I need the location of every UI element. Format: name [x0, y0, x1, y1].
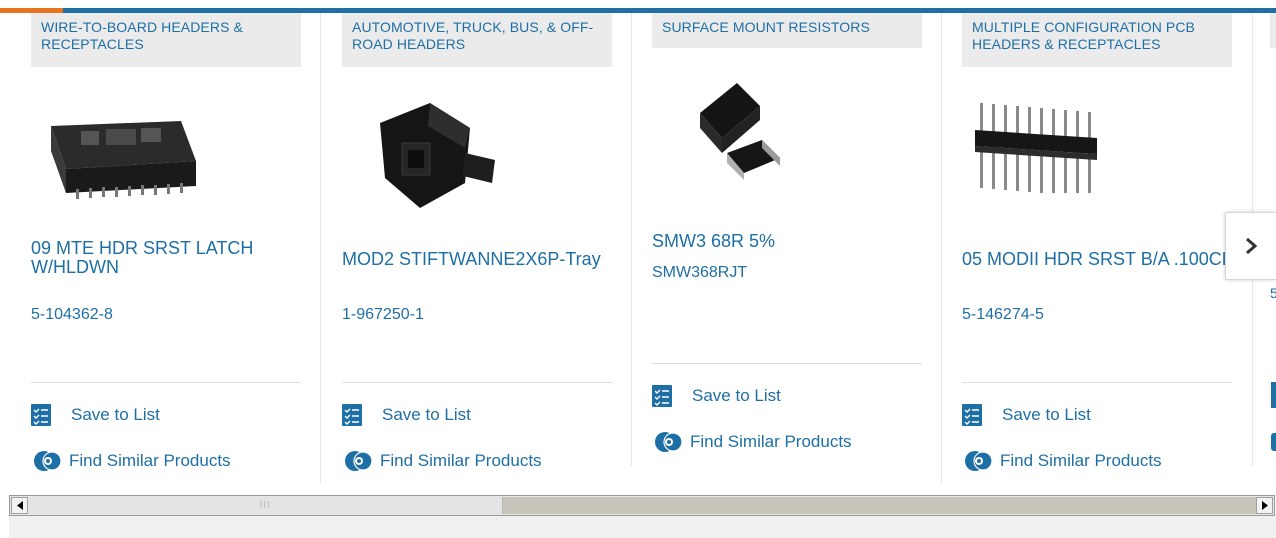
part-number-link[interactable]: 5-146274-5 [962, 306, 1044, 324]
checklist-icon [342, 404, 362, 426]
checklist-icon [962, 404, 982, 426]
carousel-next-button[interactable] [1225, 212, 1276, 280]
category-header [1270, 13, 1276, 48]
horizontal-scrollbar[interactable]: III [9, 495, 1275, 516]
similar-label: Find Similar Products [380, 451, 542, 470]
category-header[interactable]: SURFACE MOUNT RESISTORS [652, 13, 922, 48]
scroll-right-button[interactable] [1256, 497, 1273, 514]
footer-area [9, 516, 1276, 538]
find-similar-button[interactable]: Find Similar Products [652, 430, 852, 454]
card-separator [631, 13, 632, 466]
find-similar-button[interactable]: Find Similar Products [31, 449, 231, 473]
part-number-link[interactable]: 5-104362-8 [31, 306, 113, 324]
scrollbar-track[interactable] [503, 497, 1256, 514]
save-to-list-button[interactable]: Save to List [31, 403, 160, 427]
divider [652, 363, 922, 364]
chevron-right-icon [1246, 237, 1258, 255]
save-label: Save to List [692, 386, 781, 405]
product-title-link[interactable]: SMW3 68R 5% [652, 232, 922, 251]
product-image[interactable] [31, 101, 201, 201]
scrollbar-thumb[interactable]: III [28, 497, 503, 514]
card-separator [320, 13, 321, 483]
product-image[interactable] [360, 88, 510, 214]
category-header[interactable]: MULTIPLE CONFIGURATION PCB HEADERS & REC… [962, 13, 1232, 67]
similar-products-icon [345, 451, 373, 471]
similar-products-icon [965, 451, 993, 471]
product-card: SURFACE MOUNT RESISTORS SMW3 68R 5% SMW3… [652, 13, 922, 493]
save-label: Save to List [1002, 405, 1091, 424]
category-header[interactable]: AUTOMOTIVE, TRUCK, BUS, & OFF-ROAD HEADE… [342, 13, 612, 67]
similar-products-icon [34, 451, 62, 471]
product-card: MULTIPLE CONFIGURATION PCB HEADERS & REC… [962, 13, 1232, 493]
part-number-link[interactable]: 1-967250-1 [342, 306, 424, 324]
find-similar-button[interactable]: Find Similar Products [962, 449, 1162, 473]
product-title-link[interactable]: 05 MODII HDR SRST B/A .100CL [962, 250, 1232, 269]
divider [342, 382, 612, 383]
product-card: AUTOMOTIVE, TRUCK, BUS, & OFF-ROAD HEADE… [342, 13, 612, 493]
similar-label: Find Similar Products [1000, 451, 1162, 470]
product-title-link[interactable]: 09 MTE HDR SRST LATCH W/HLDWN [31, 239, 301, 277]
similar-label: Find Similar Products [69, 451, 231, 470]
save-label: Save to List [71, 405, 160, 424]
save-to-list-button[interactable]: Save to List [962, 403, 1091, 427]
save-to-list-button[interactable]: Save to List [652, 384, 781, 408]
checklist-icon [652, 385, 672, 407]
find-similar-button[interactable]: Find Similar Products [342, 449, 542, 473]
product-card: WIRE-TO-BOARD HEADERS & RECEPTACLES 09 M… [31, 13, 301, 493]
product-image[interactable] [972, 98, 1112, 193]
card-separator [941, 13, 942, 483]
checklist-icon [31, 404, 51, 426]
save-label: Save to List [382, 405, 471, 424]
product-title-link[interactable]: MOD2 STIFTWANNE2X6P-Tray [342, 250, 612, 269]
triangle-right-icon [1261, 501, 1268, 510]
similar-products-icon [655, 432, 683, 452]
divider [31, 382, 301, 383]
similar-label: Find Similar Products [690, 432, 852, 451]
save-to-list-button[interactable]: Save to List [342, 403, 471, 427]
divider [962, 382, 1232, 383]
scroll-left-button[interactable] [11, 497, 28, 514]
similar-products-icon[interactable] [1271, 433, 1276, 451]
part-number-link[interactable]: 5 [1270, 285, 1276, 301]
triangle-left-icon [16, 501, 23, 510]
part-number-link[interactable]: SMW368RJT [652, 264, 747, 282]
checklist-icon[interactable] [1271, 382, 1276, 408]
product-image[interactable] [692, 68, 787, 180]
product-carousel: WIRE-TO-BOARD HEADERS & RECEPTACLES 09 M… [0, 13, 1276, 493]
category-header[interactable]: WIRE-TO-BOARD HEADERS & RECEPTACLES [31, 13, 301, 67]
